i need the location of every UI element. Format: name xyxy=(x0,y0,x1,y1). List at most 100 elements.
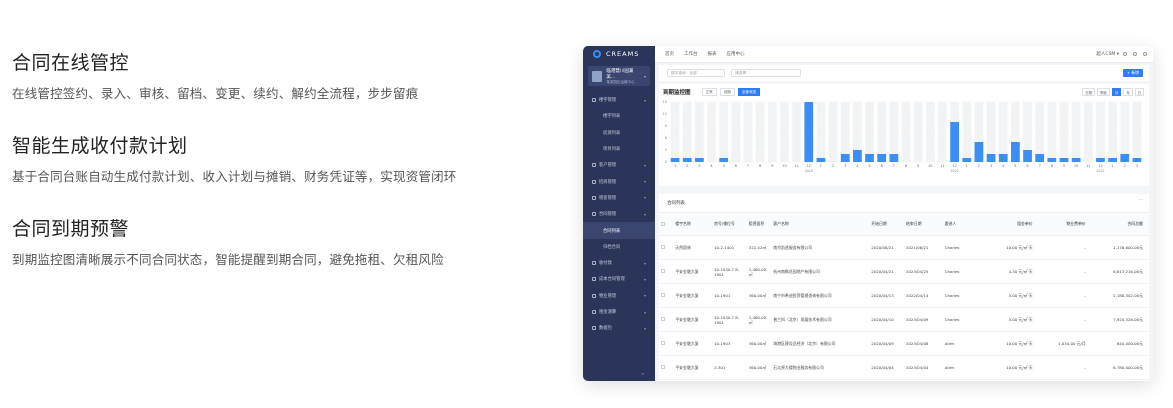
column-header[interactable]: 客户名称 xyxy=(771,213,870,236)
bar[interactable] xyxy=(1132,158,1142,162)
sidebar-item[interactable]: 数据包 ▾ xyxy=(583,320,655,336)
table-cell: 2023/04/25 xyxy=(903,259,943,284)
sidebar-item[interactable]: 收付款 ▾ xyxy=(583,255,655,271)
table-cell: Charles xyxy=(942,307,986,332)
bar[interactable] xyxy=(889,154,899,162)
topnav-workbench[interactable]: 工作台 xyxy=(684,51,698,57)
chart-range-button[interactable]: 季度 xyxy=(1097,88,1110,96)
sidebar-item[interactable]: 租金测算 ▾ xyxy=(583,304,655,320)
table-row[interactable]: 平安金融大厦 10-1030.7 8-1901 1,460.00㎡ 普兰科（北京）发展… xyxy=(659,307,1149,332)
table-row[interactable]: 平安金融大厦 2-301 360.00㎡ 石太原大楼物业服务有限公司 2020/04/0… xyxy=(659,355,1149,380)
sidebar-item[interactable]: 招商管理 ▾ xyxy=(583,173,655,189)
row-checkbox[interactable] xyxy=(659,355,674,380)
table-header-row: 楼宇名称 房号/铺位号 租赁面积 客户名称 开始日期 结束日期 跟进人 租金单价 物业费单价 合同… xyxy=(659,213,1149,236)
chart-status-tab[interactable]: 全部状态 xyxy=(737,88,761,96)
bar[interactable] xyxy=(695,158,704,162)
x-tick-label: 6 xyxy=(735,164,737,168)
chart-range-button[interactable]: 年 xyxy=(1123,88,1133,96)
bar[interactable] xyxy=(1011,142,1020,162)
row-checkbox[interactable] xyxy=(659,283,674,308)
sidebar-item[interactable]: 物业管理 ▾ xyxy=(583,288,655,304)
project-switcher[interactable]: 临港慧川园兼美... 某某园区运营中心 ▾ xyxy=(588,66,650,86)
bar[interactable] xyxy=(1108,158,1117,162)
sidebar-item-label: 合同列表 xyxy=(603,228,621,234)
bar[interactable] xyxy=(986,154,996,162)
topnav-reports[interactable]: 报表 xyxy=(708,51,717,57)
table-row[interactable]: 平安金融大厦 10-1903 360.00㎡ 海港区建设总经济（北京）有限公司 2020… xyxy=(659,331,1149,356)
project-name: 临港慧川园兼美... xyxy=(606,68,634,80)
sidebar-item[interactable]: 租客管理 ▾ xyxy=(583,190,655,206)
sidebar-item[interactable]: 合同管理 ▾ xyxy=(583,206,655,222)
sidebar-item-label: 招商管理 xyxy=(599,179,617,185)
column-header[interactable]: 物业费单价 xyxy=(1038,213,1092,236)
bar[interactable] xyxy=(998,154,1008,162)
bar[interactable] xyxy=(1023,150,1032,162)
chart-range-button[interactable]: 日 xyxy=(1134,88,1144,96)
column-header[interactable]: 合同总额 xyxy=(1091,213,1149,236)
new-contract-button[interactable]: + 新增 xyxy=(1123,69,1143,77)
topnav-home[interactable]: 首页 xyxy=(665,51,674,57)
bar[interactable] xyxy=(1120,154,1130,162)
sidebar-item[interactable]: 归档合同 xyxy=(583,239,655,255)
bar[interactable] xyxy=(670,158,680,162)
help-icon[interactable] xyxy=(1123,52,1127,56)
sidebar-item[interactable]: 房源列表 xyxy=(583,125,655,141)
row-checkbox[interactable] xyxy=(659,259,674,284)
bar[interactable] xyxy=(1096,158,1105,162)
table-row[interactable]: 平安金融大厦 10-1901 360.00㎡ 南宁市希迪投资管理咨询有限公司 2020/… xyxy=(659,283,1149,308)
sidebar-item[interactable]: 项目列表 xyxy=(583,141,655,157)
chart-status-tab[interactable]: 到期 xyxy=(719,88,735,96)
column-header[interactable]: 结束日期 xyxy=(903,213,943,236)
column-header[interactable]: 租赁面积 xyxy=(746,213,772,236)
settings-icon[interactable] xyxy=(1143,52,1147,56)
bell-icon[interactable] xyxy=(1133,52,1137,56)
row-checkbox[interactable] xyxy=(659,307,674,332)
table-row[interactable]: 平安金融大厦 10-1030.7 8-1901 1,460.00㎡ 杭州南枫花园地产有… xyxy=(659,259,1149,284)
column-header[interactable]: 租金单价 xyxy=(985,213,1039,236)
column-header[interactable]: 房号/铺位号 xyxy=(712,213,747,236)
bar[interactable] xyxy=(804,102,814,162)
bar[interactable] xyxy=(840,154,850,162)
bar[interactable] xyxy=(950,122,959,162)
table-cell: 1,460.00㎡ xyxy=(746,259,772,284)
bar[interactable] xyxy=(1047,158,1057,162)
bar[interactable] xyxy=(962,158,972,162)
building-filter-select[interactable]: 楼宇查询 · 全部 xyxy=(667,69,725,77)
sidebar-item[interactable]: 楼宇列表 xyxy=(583,108,655,124)
user-menu[interactable]: 超人CSM ▾ xyxy=(1096,51,1119,57)
select-all-checkbox[interactable] xyxy=(659,213,674,236)
bar[interactable] xyxy=(816,158,826,162)
bar-background xyxy=(1071,102,1081,162)
table-cell: 10.00 元/㎡·天 xyxy=(985,235,1039,260)
chart-range-button[interactable]: 日期 xyxy=(1082,88,1096,96)
bar[interactable] xyxy=(974,142,984,162)
sidebar-item[interactable]: 成本合同管理 ▾ xyxy=(583,271,655,287)
bar[interactable] xyxy=(865,154,874,162)
bar[interactable] xyxy=(1059,158,1069,162)
chart-range-button[interactable]: 月 xyxy=(1111,88,1122,96)
column-header[interactable]: 开始日期 xyxy=(869,213,904,236)
feature-desc: 基于合同台账自动生成付款计划、收入计划与摊销、财务凭证等，实现资管闭环 xyxy=(12,169,457,184)
bar[interactable] xyxy=(1035,154,1045,162)
bar[interactable] xyxy=(719,158,729,162)
x-tick-label: 11 xyxy=(940,164,944,168)
secondary-filter-select[interactable]: 请选择 xyxy=(731,69,801,77)
row-checkbox[interactable] xyxy=(659,235,674,260)
column-header[interactable]: 跟进人 xyxy=(942,213,986,236)
sidebar-item-label: 成本合同管理 xyxy=(599,277,625,283)
bar[interactable] xyxy=(853,150,862,162)
bar[interactable] xyxy=(877,154,887,162)
bar[interactable] xyxy=(1071,158,1081,162)
topnav-apps[interactable]: 应用中心 xyxy=(727,51,745,57)
more-icon[interactable]: ··· xyxy=(1139,198,1143,203)
x-tick-label: 12 xyxy=(807,164,811,168)
sidebar-item[interactable]: 客户管理 ▾ xyxy=(583,157,655,173)
table-row[interactable]: 天然園林 10-2-1401 322.42㎡ 南京凯途服务有限公司 2020/06/21… xyxy=(659,235,1149,260)
sidebar-item[interactable]: 合同列表 xyxy=(583,222,655,239)
bar[interactable] xyxy=(682,158,692,162)
row-checkbox[interactable] xyxy=(659,331,674,356)
column-header[interactable]: 楼宇名称 xyxy=(673,213,713,236)
chart-status-tab[interactable]: 正常 xyxy=(701,88,717,96)
collapse-menu-icon[interactable]: ≡ xyxy=(641,371,644,376)
sidebar-item[interactable]: 楼宇管理 ▾ xyxy=(583,92,655,108)
